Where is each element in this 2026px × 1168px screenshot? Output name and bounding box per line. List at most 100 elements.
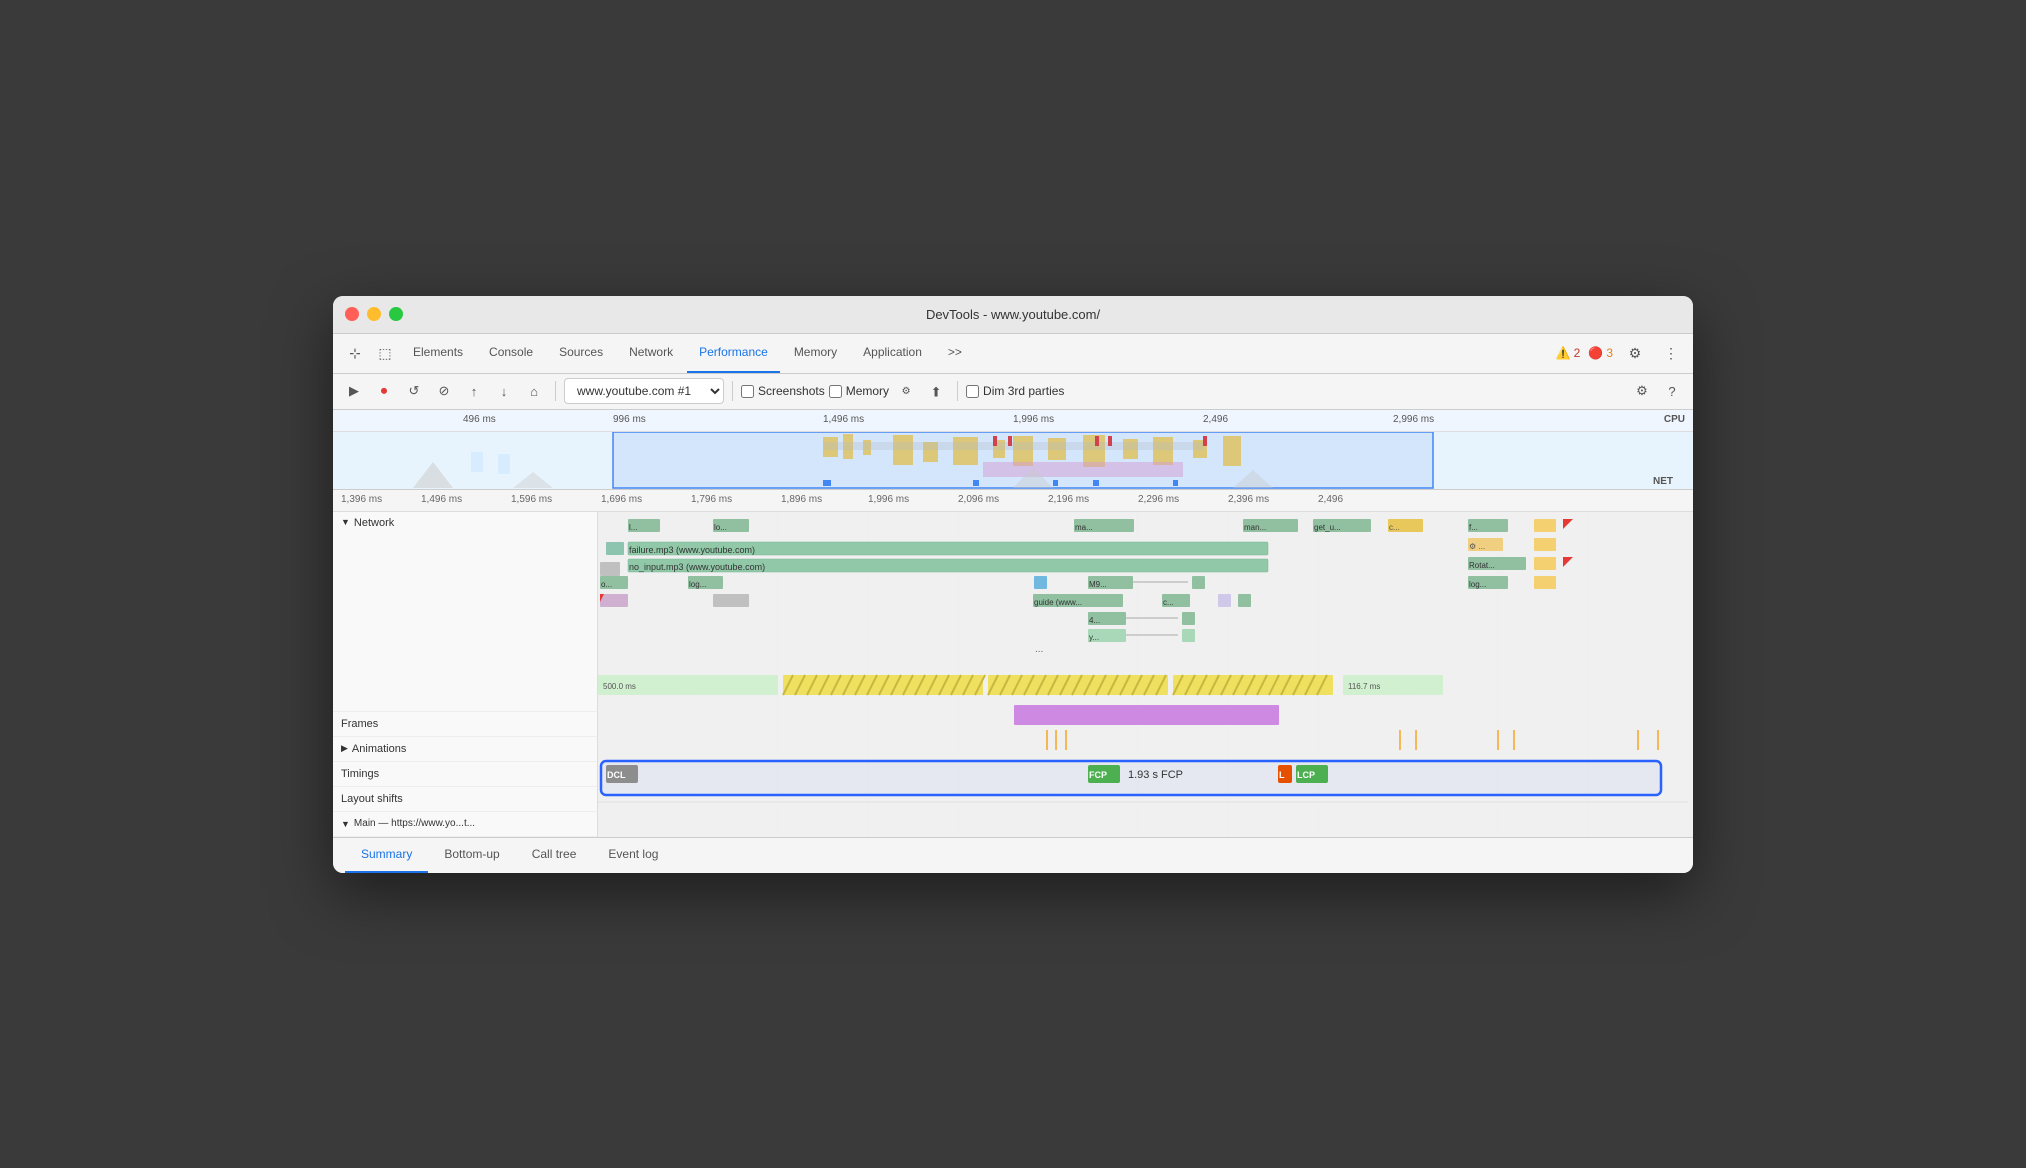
traffic-lights <box>345 307 403 321</box>
overview-time-ruler: 496 ms 996 ms 1,496 ms 1,996 ms 2,496 2,… <box>333 410 1693 432</box>
main-expand-icon: ▼ <box>341 819 350 829</box>
reload-record-button[interactable]: ↺ <box>401 378 427 404</box>
cpu-chart: NET <box>333 432 1693 490</box>
svg-text:failure.mp3 (www.youtube.com): failure.mp3 (www.youtube.com) <box>629 545 755 555</box>
tick-2496: 2,496 <box>1318 494 1343 505</box>
settings-icon-2[interactable]: ⚙ <box>1629 378 1655 404</box>
tick-1396: 1,396 ms <box>341 494 382 505</box>
dim3rd-check[interactable] <box>966 385 979 398</box>
tab-summary[interactable]: Summary <box>345 837 428 873</box>
memory-check[interactable] <box>829 385 842 398</box>
animations-expand-icon: ▶ <box>341 743 348 754</box>
tab-memory[interactable]: Memory <box>782 333 849 373</box>
tick-2196: 2,196 ms <box>1048 494 1089 505</box>
devtools-tab-bar: ⊹ ⬚ Elements Console Sources Network Per… <box>333 334 1693 374</box>
home-button[interactable]: ⌂ <box>521 378 547 404</box>
track-label-main[interactable]: ▼ Main — https://www.yo...t... <box>333 812 597 837</box>
tick-1496: 1,496 ms <box>421 494 462 505</box>
screenshots-checkbox[interactable]: Screenshots <box>741 384 825 398</box>
tab-event-log[interactable]: Event log <box>592 837 674 873</box>
track-label-layout-shifts[interactable]: Layout shifts <box>333 787 597 812</box>
svg-text:1.93 s FCP: 1.93 s FCP <box>1128 769 1183 781</box>
cpu-label: CPU <box>1664 414 1685 425</box>
tick-1696: 1,696 ms <box>601 494 642 505</box>
tick-1796: 1,796 ms <box>691 494 732 505</box>
tab-more[interactable]: >> <box>936 333 974 373</box>
track-label-network[interactable]: ▼ Network <box>333 512 597 712</box>
svg-text:c...: c... <box>1163 598 1174 607</box>
tick-1896: 1,896 ms <box>781 494 822 505</box>
ov-tick-6: 2,996 ms <box>1393 414 1434 425</box>
svg-text:lo...: lo... <box>714 523 727 532</box>
track-label-timings[interactable]: Timings <box>333 762 597 787</box>
svg-text:Rotat...: Rotat... <box>1469 561 1495 570</box>
detail-ruler: 1,396 ms 1,496 ms 1,596 ms 1,696 ms 1,79… <box>333 490 1693 512</box>
timeline-main: ▼ Network Frames ▶ Animations Timings <box>333 512 1693 837</box>
svg-text:4...: 4... <box>1089 616 1100 625</box>
ov-tick-3: 1,496 ms <box>823 414 864 425</box>
more-icon[interactable]: ⋮ <box>1657 339 1685 367</box>
tab-performance[interactable]: Performance <box>687 333 780 373</box>
tick-2296: 2,296 ms <box>1138 494 1179 505</box>
error-badge[interactable]: 🔴 3 <box>1588 346 1613 360</box>
capture-settings-icon[interactable]: ⚙ <box>893 378 919 404</box>
frames-label: Frames <box>341 718 378 730</box>
dim3rd-checkbox[interactable]: Dim 3rd parties <box>966 384 1064 398</box>
overview-section[interactable]: 496 ms 996 ms 1,496 ms 1,996 ms 2,496 2,… <box>333 410 1693 490</box>
error-count: 3 <box>1606 346 1613 360</box>
inspect-icon[interactable]: ⊹ <box>341 339 369 367</box>
minimize-button[interactable] <box>367 307 381 321</box>
memory-checkbox[interactable]: Memory <box>829 384 889 398</box>
garbage-collect-icon[interactable]: ⬇ <box>923 378 949 404</box>
dim3rd-label: Dim 3rd parties <box>983 384 1064 398</box>
ov-tick-4: 1,996 ms <box>1013 414 1054 425</box>
toolbar-separator-2 <box>732 381 733 401</box>
track-label-frames[interactable]: Frames <box>333 712 597 737</box>
svg-text:FCP: FCP <box>1089 770 1107 780</box>
warning-badge[interactable]: ⚠️ 2 <box>1556 346 1581 360</box>
maximize-button[interactable] <box>389 307 403 321</box>
tab-call-tree[interactable]: Call tree <box>516 837 593 873</box>
svg-text:NET: NET <box>1653 476 1673 487</box>
clear-button[interactable]: ⊘ <box>431 378 457 404</box>
layout-shifts-label: Layout shifts <box>341 793 403 805</box>
svg-text:log...: log... <box>689 580 706 589</box>
svg-text:o...: o... <box>601 580 612 589</box>
url-select[interactable]: www.youtube.com #1 <box>564 378 724 404</box>
svg-text:500.0 ms: 500.0 ms <box>603 682 636 691</box>
svg-text:...: ... <box>1035 644 1043 655</box>
tab-console[interactable]: Console <box>477 333 545 373</box>
help-icon[interactable]: ? <box>1659 378 1685 404</box>
tab-elements[interactable]: Elements <box>401 333 475 373</box>
ov-tick-1: 496 ms <box>463 414 496 425</box>
perf-toolbar: ▶ ⏺ ↺ ⊘ ↑ ↓ ⌂ www.youtube.com #1 Screens… <box>333 374 1693 410</box>
download-button[interactable]: ↓ <box>491 378 517 404</box>
tab-bottom-up[interactable]: Bottom-up <box>428 837 515 873</box>
tab-bar-right: ⚠️ 2 🔴 3 ⚙ ⋮ <box>1556 339 1685 367</box>
sidebar-toggle-icon[interactable]: ▶ <box>341 378 367 404</box>
svg-text:man...: man... <box>1244 523 1266 532</box>
settings-icon[interactable]: ⚙ <box>1621 339 1649 367</box>
cpu-net-overview: NET <box>333 432 1693 490</box>
ov-tick-2: 996 ms <box>613 414 646 425</box>
close-button[interactable] <box>345 307 359 321</box>
svg-text:LCP: LCP <box>1297 770 1315 780</box>
tick-1996: 1,996 ms <box>868 494 909 505</box>
svg-text:get_u...: get_u... <box>1314 523 1341 532</box>
screenshots-check[interactable] <box>741 385 754 398</box>
svg-text:log...: log... <box>1469 580 1486 589</box>
tab-network[interactable]: Network <box>617 333 685 373</box>
bottom-tabs: Summary Bottom-up Call tree Event log <box>333 837 1693 873</box>
record-button[interactable]: ⏺ <box>371 378 397 404</box>
warning-count: 2 <box>1574 346 1581 360</box>
tab-sources[interactable]: Sources <box>547 333 615 373</box>
track-label-animations[interactable]: ▶ Animations <box>333 737 597 762</box>
upload-button[interactable]: ↑ <box>461 378 487 404</box>
memory-label: Memory <box>846 384 889 398</box>
track-labels: ▼ Network Frames ▶ Animations Timings <box>333 512 598 837</box>
track-content[interactable]: l... lo... ma... man... get_u... c... <box>598 512 1693 837</box>
svg-text:c...: c... <box>1389 523 1400 532</box>
tab-application[interactable]: Application <box>851 333 934 373</box>
device-toolbar-icon[interactable]: ⬚ <box>371 339 399 367</box>
title-bar: DevTools - www.youtube.com/ <box>333 296 1693 334</box>
